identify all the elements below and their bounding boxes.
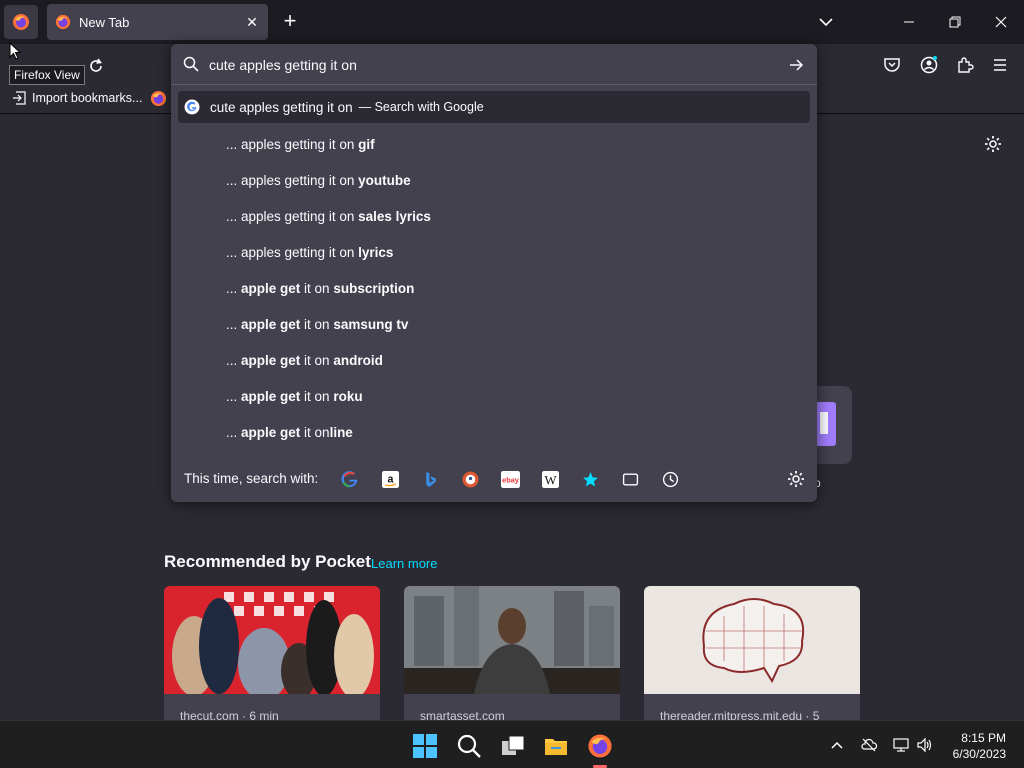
firefox-view-tooltip: Firefox View [9,65,85,85]
extensions-icon[interactable] [955,55,975,75]
minimize-icon[interactable] [898,12,920,32]
svg-text:ebay: ebay [502,475,520,484]
search-suggestion[interactable]: ... apple get it online [178,416,810,448]
google-icon [184,99,200,115]
suggestion-text: ... apples getting it on youtube [226,172,411,188]
pocket-card[interactable]: thereader.mitpress.mit.edu · 5 [644,586,860,726]
search-icon[interactable] [456,733,482,759]
tab-strip: New Tab ✕ + [0,0,1024,44]
urlbar-popup: cute apples getting it on — Search with … [171,44,817,502]
tabs-icon[interactable] [620,469,640,489]
search-suggestion[interactable]: ... apple get it on roku [178,380,810,412]
gear-icon[interactable] [983,134,1003,154]
suggestion-text: ... apple get it online [226,424,353,440]
article-image [644,586,860,694]
mouse-cursor-icon [9,42,21,60]
search-suggestion[interactable]: ... apples getting it on lyrics [178,236,810,268]
google-icon[interactable] [339,469,359,489]
close-window-icon[interactable] [990,12,1012,32]
tab-title: New Tab [79,14,130,30]
duckduckgo-icon[interactable] [460,469,480,489]
taskbar: 8:15 PM 6/30/2023 [0,720,1024,768]
system-clock[interactable]: 8:15 PM 6/30/2023 [944,730,1006,762]
import-bookmarks-button[interactable]: Import bookmarks... [12,91,142,105]
close-tab-icon[interactable]: ✕ [244,14,260,30]
suggestion-text: cute apples getting it on [210,99,353,115]
file-explorer-icon[interactable] [543,733,569,759]
search-with-label: This time, search with: [184,471,319,486]
search-suggestion-top[interactable]: cute apples getting it on — Search with … [178,91,810,123]
svg-text:W: W [544,473,557,487]
firefox-icon[interactable] [150,90,167,107]
search-suggestion[interactable]: ... apples getting it on sales lyrics [178,200,810,232]
windows-start-icon[interactable] [412,733,438,759]
firefox-icon [55,14,71,30]
suggestion-text: ... apples getting it on gif [226,136,375,152]
account-icon[interactable] [919,55,939,75]
network-icon[interactable] [892,736,910,754]
firefox-icon [13,14,29,30]
chevron-down-icon[interactable] [816,12,836,32]
volume-icon[interactable] [916,736,934,754]
search-suggestion[interactable]: ... apple get it on samsung tv [178,308,810,340]
firefox-view-button[interactable] [4,5,38,39]
firefox-icon[interactable] [587,733,613,759]
svg-text:a: a [387,473,393,485]
search-suggestion[interactable]: ... apple get it on subscription [178,272,810,304]
task-view-icon[interactable] [500,733,526,759]
suggestion-action: — Search with Google [358,100,484,114]
arrow-right-icon[interactable] [787,56,805,74]
clock-date: 6/30/2023 [952,747,1006,761]
reload-icon[interactable] [86,56,106,76]
suggestion-text: ... apple get it on roku [226,388,363,404]
import-icon [13,91,26,105]
search-suggestion[interactable]: ... apples getting it on youtube [178,164,810,196]
clock-time: 8:15 PM [961,731,1006,745]
suggestion-text: ... apples getting it on lyrics [226,244,394,260]
menu-icon[interactable] [990,55,1010,75]
pocket-card[interactable]: smartasset.com [404,586,620,726]
cloud-offline-icon[interactable] [860,736,878,754]
suggestion-text: ... apple get it on android [226,352,383,368]
suggestion-text: ... apples getting it on sales lyrics [226,208,431,224]
learn-more-link[interactable]: Learn more [371,556,437,571]
pocket-icon[interactable] [882,55,902,75]
urlbar-input[interactable] [209,56,769,74]
new-tab-button[interactable]: + [279,10,301,32]
suggestion-text: ... apple get it on samsung tv [226,316,409,332]
pocket-heading: Recommended by Pocket [164,552,371,571]
amazon-icon[interactable]: a [380,469,400,489]
restore-icon[interactable] [944,12,966,32]
pocket-card[interactable]: thecut.com · 6 min [164,586,380,726]
article-image [404,586,620,694]
search-icon [183,56,199,72]
shortcut-logo-icon [814,402,836,446]
wikipedia-icon[interactable]: W [540,469,560,489]
divider [171,84,817,85]
import-bookmarks-label: Import bookmarks... [32,91,143,105]
history-icon[interactable] [660,469,680,489]
search-suggestion[interactable]: ... apple get it on android [178,344,810,376]
tab-new-tab[interactable]: New Tab ✕ [47,4,268,40]
article-image [164,586,380,694]
suggestion-text: ... apple get it on subscription [226,280,415,296]
gear-icon[interactable] [786,469,806,489]
bing-icon[interactable] [420,469,440,489]
search-suggestion[interactable]: ... apples getting it on gif [178,128,810,160]
chevron-up-icon[interactable] [828,736,846,754]
ebay-icon[interactable]: ebay [500,469,520,489]
bookmarks-star-icon[interactable] [580,469,600,489]
